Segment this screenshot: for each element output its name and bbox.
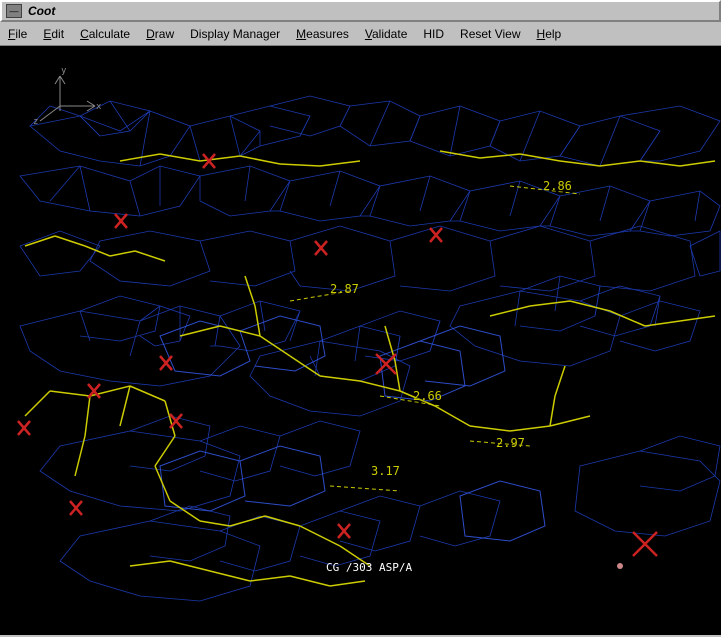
svg-text:z: z: [33, 117, 38, 127]
window-title: Coot: [28, 4, 55, 18]
menu-edit[interactable]: Edit: [35, 25, 72, 43]
menu-display-manager[interactable]: Display Manager: [182, 25, 288, 43]
svg-text:y: y: [61, 66, 67, 76]
menu-hid[interactable]: HID: [415, 25, 452, 43]
svg-text:x: x: [96, 102, 102, 112]
menu-draw[interactable]: Draw: [138, 25, 182, 43]
molecular-viewport[interactable]: x y z 2.87 2.66 2.97 3.17 2.86 CG /303 A…: [0, 46, 721, 635]
titlebar: — Coot: [0, 0, 721, 22]
menu-calculate[interactable]: Calculate: [72, 25, 138, 43]
menu-file[interactable]: File: [0, 25, 35, 43]
menubar: File Edit Calculate Draw Display Manager…: [0, 22, 721, 46]
molecular-network: x y z: [0, 46, 721, 635]
menu-validate[interactable]: Validate: [357, 25, 416, 43]
window-icon[interactable]: —: [6, 4, 22, 18]
menu-help[interactable]: Help: [529, 25, 570, 43]
menu-reset-view[interactable]: Reset View: [452, 25, 528, 43]
menu-measures[interactable]: Measures: [288, 25, 357, 43]
